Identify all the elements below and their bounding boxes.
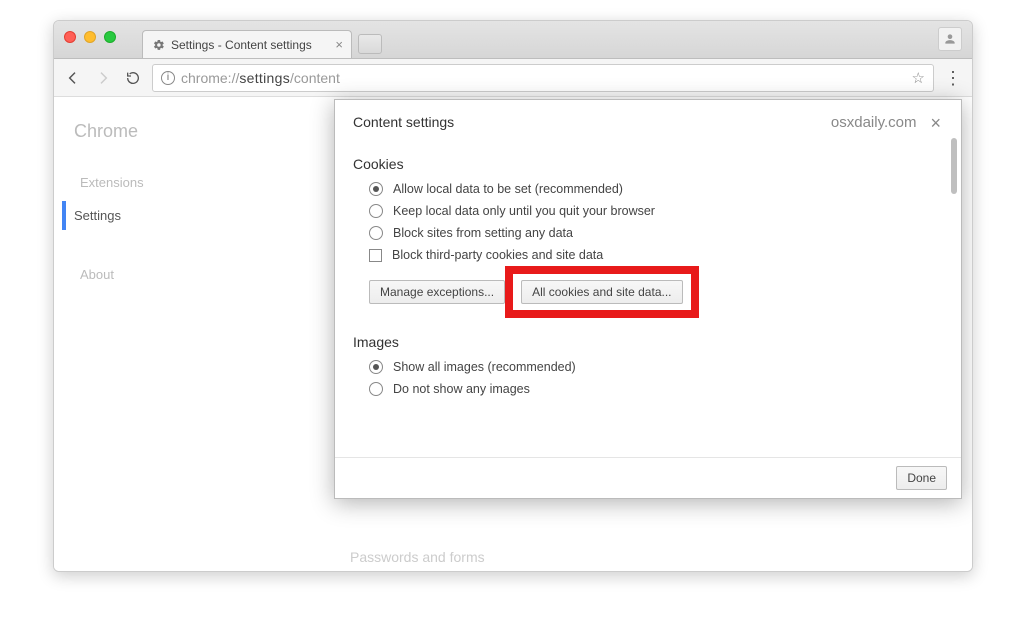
browser-menu-button[interactable]: ⋮ — [942, 69, 964, 87]
radio-label: Keep local data only until you quit your… — [393, 204, 655, 218]
content-area: Chrome Extensions Settings About ttings … — [54, 97, 972, 571]
radio-images-hide[interactable]: Do not show any images — [369, 382, 931, 396]
radio-label: Do not show any images — [393, 382, 530, 396]
content-settings-dialog: Content settings osxdaily.com × Cookies … — [334, 99, 962, 499]
close-window-button[interactable] — [64, 31, 76, 43]
cookies-options: Allow local data to be set (recommended)… — [353, 182, 931, 262]
tab-title: Settings - Content settings — [171, 38, 312, 52]
radio-cookies-block[interactable]: Block sites from setting any data — [369, 226, 931, 240]
window-controls — [64, 31, 116, 43]
cookies-button-row: Manage exceptions... All cookies and sit… — [369, 272, 931, 312]
dialog-title: Content settings — [353, 114, 831, 130]
all-cookies-site-data-button[interactable]: All cookies and site data... — [521, 280, 682, 304]
back-button[interactable] — [62, 67, 84, 89]
profile-button[interactable] — [938, 27, 962, 51]
radio-label: Block sites from setting any data — [393, 226, 573, 240]
bookmark-star-icon[interactable]: ☆ — [912, 69, 925, 87]
tab-settings[interactable]: Settings - Content settings × — [142, 30, 352, 58]
done-button[interactable]: Done — [896, 466, 947, 490]
main-panel: ttings Passwords and forms Content setti… — [194, 97, 972, 571]
reload-button[interactable] — [122, 67, 144, 89]
watermark-text: osxdaily.com — [831, 114, 917, 131]
sidebar-item-about[interactable]: About — [74, 260, 184, 289]
sidebar: Chrome Extensions Settings About — [54, 97, 194, 571]
images-options: Show all images (recommended) Do not sho… — [353, 360, 931, 396]
radio-label: Show all images (recommended) — [393, 360, 576, 374]
radio-icon — [369, 382, 383, 396]
background-section-peek: Passwords and forms — [350, 549, 485, 565]
address-bar[interactable]: i chrome://settings/content ☆ — [152, 64, 934, 92]
chrome-logo-text: Chrome — [74, 121, 184, 142]
maximize-window-button[interactable] — [104, 31, 116, 43]
browser-window: Settings - Content settings × i chrome:/… — [53, 20, 973, 572]
dialog-header: Content settings osxdaily.com × — [335, 100, 961, 140]
radio-icon — [369, 226, 383, 240]
checkbox-block-third-party[interactable]: Block third-party cookies and site data — [369, 248, 931, 262]
gear-icon — [153, 39, 165, 51]
radio-cookies-allow[interactable]: Allow local data to be set (recommended) — [369, 182, 931, 196]
sidebar-item-settings[interactable]: Settings — [62, 201, 184, 230]
radio-label: Allow local data to be set (recommended) — [393, 182, 623, 196]
checkbox-icon — [369, 249, 382, 262]
radio-icon — [369, 204, 383, 218]
radio-icon — [369, 360, 383, 374]
checkbox-label: Block third-party cookies and site data — [392, 248, 603, 262]
section-heading-cookies: Cookies — [353, 156, 931, 172]
tab-close-icon[interactable]: × — [327, 37, 343, 52]
radio-cookies-keep-until-quit[interactable]: Keep local data only until you quit your… — [369, 204, 931, 218]
dialog-footer: Done — [335, 457, 961, 498]
radio-images-show[interactable]: Show all images (recommended) — [369, 360, 931, 374]
section-heading-images: Images — [353, 334, 931, 350]
manage-exceptions-button[interactable]: Manage exceptions... — [369, 280, 505, 304]
toolbar: i chrome://settings/content ☆ ⋮ — [54, 59, 972, 97]
dialog-close-button[interactable]: × — [926, 114, 945, 132]
dialog-body: Cookies Allow local data to be set (reco… — [335, 140, 961, 457]
highlight-annotation: All cookies and site data... — [505, 266, 698, 318]
sidebar-item-extensions[interactable]: Extensions — [74, 168, 184, 197]
site-info-icon[interactable]: i — [161, 71, 175, 85]
url-text: chrome://settings/content — [181, 70, 906, 86]
radio-icon — [369, 182, 383, 196]
tab-strip: Settings - Content settings × — [142, 21, 382, 58]
forward-button[interactable] — [92, 67, 114, 89]
minimize-window-button[interactable] — [84, 31, 96, 43]
new-tab-button[interactable] — [358, 34, 382, 54]
titlebar: Settings - Content settings × — [54, 21, 972, 59]
